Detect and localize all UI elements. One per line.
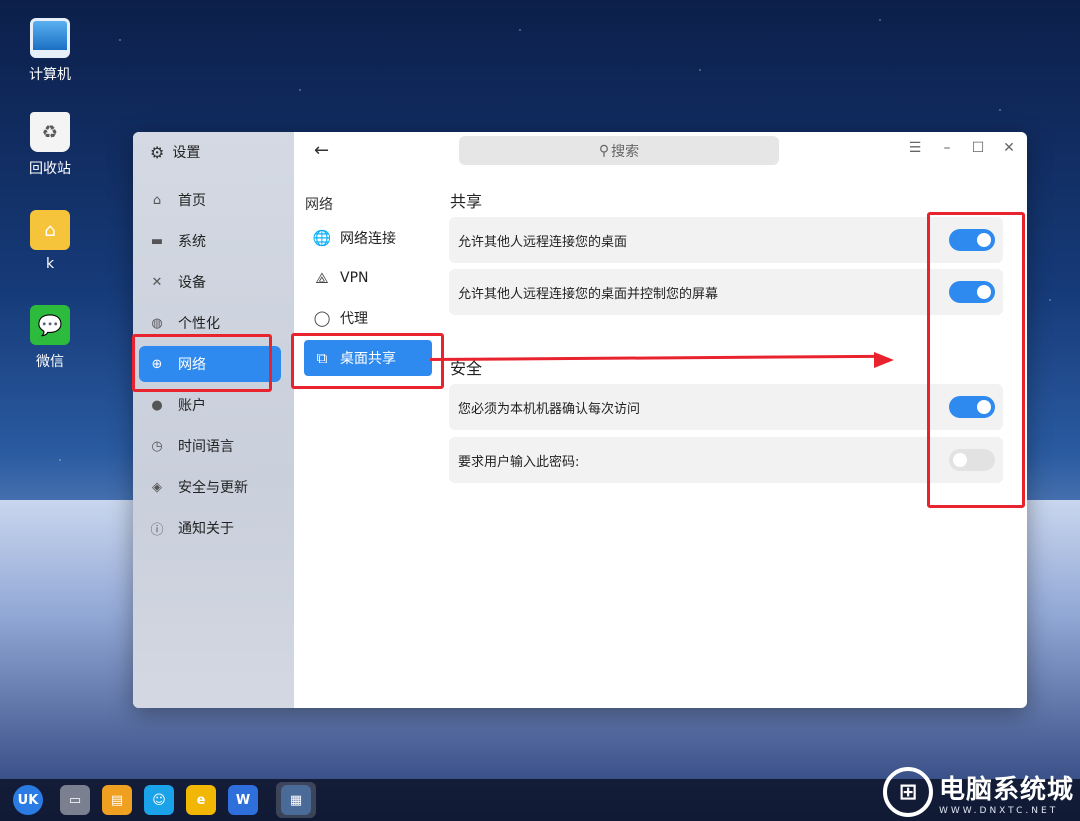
- sidebar-item[interactable]: ⓘ 通知关于: [139, 510, 281, 546]
- subpanel-title: 网络: [305, 197, 333, 213]
- home-icon: ⌂: [152, 192, 162, 208]
- browser-icon[interactable]: e: [186, 785, 216, 815]
- desktop-icon-trash[interactable]: ♻ 回收站: [14, 112, 86, 178]
- sidebar-item[interactable]: ✕ 设备: [139, 264, 281, 300]
- setting-label: 允许其他人远程连接您的桌面: [458, 234, 628, 250]
- sidebar-item[interactable]: ◷ 时间语言: [139, 428, 281, 464]
- setting-row: 允许其他人远程连接您的桌面: [449, 217, 1003, 263]
- desktop-icon-label: 微信: [36, 354, 64, 370]
- wps-writer-icon[interactable]: W: [228, 785, 258, 815]
- setting-row: 允许其他人远程连接您的桌面并控制您的屏幕: [449, 269, 1003, 315]
- desktop-icon-label: 回收站: [29, 161, 71, 177]
- subpanel-item[interactable]: ⟁ VPN: [304, 260, 432, 296]
- sidebar-item[interactable]: ⌂ 首页: [139, 182, 281, 218]
- home-folder-icon: ⌂: [30, 210, 70, 250]
- shield-icon: ◈: [152, 479, 162, 495]
- show-desktop-icon[interactable]: ▭: [60, 785, 90, 815]
- annotation-box-network: [132, 334, 272, 392]
- desktop-icon-label: k: [45, 256, 55, 272]
- setting-row: 要求用户输入此密码:: [449, 437, 1003, 483]
- desktop-icon-home[interactable]: ⌂ k: [14, 210, 86, 272]
- subpanel-item[interactable]: 🌐 网络连接: [304, 220, 432, 256]
- settings-sidebar: ⚙ 设置 ⌂ 首页 ▬ 系统 ✕ 设备 ◍ 个性化 ⊕ 网络 ● 账户 ◷ 时间语言 ◈ 安全与更新 ⓘ 通知关于: [133, 132, 294, 708]
- setting-label: 要求用户输入此密码:: [458, 454, 580, 470]
- sidebar-item-label: 通知关于: [178, 521, 234, 537]
- section-title-sharing: 共享: [450, 192, 483, 211]
- app-title-label: 设置: [172, 145, 201, 161]
- sidebar-item-label: 账户: [178, 398, 206, 414]
- trash-icon: ♻: [30, 112, 70, 152]
- computer-icon: [30, 18, 70, 58]
- subpanel-item-label: VPN: [340, 270, 369, 286]
- palette-icon: ◍: [151, 315, 163, 331]
- desktop-icon-computer[interactable]: 计算机: [14, 18, 86, 84]
- sidebar-item-label: 个性化: [178, 316, 220, 332]
- sidebar-item-label: 首页: [178, 193, 206, 209]
- sidebar-item-label: 安全与更新: [178, 480, 248, 496]
- annotation-arrow-head: [874, 352, 894, 368]
- info-icon: ⓘ: [150, 522, 164, 538]
- desktop-icon-label: 计算机: [29, 67, 71, 83]
- desktop-icon-wechat[interactable]: 💬 微信: [14, 305, 86, 371]
- clock-icon: ◷: [151, 438, 163, 454]
- gear-icon: ⚙: [150, 142, 165, 162]
- subpanel-item-label: 网络连接: [340, 231, 396, 247]
- watermark-main: 电脑系统城: [938, 774, 1074, 805]
- sidebar-item[interactable]: ▬ 系统: [139, 223, 281, 259]
- vpn-icon: ⟁: [315, 269, 329, 287]
- wechat-icon: 💬: [30, 305, 70, 345]
- setting-label: 允许其他人远程连接您的桌面并控制您的屏幕: [458, 286, 719, 302]
- tools-icon: ✕: [151, 274, 163, 290]
- user-icon: ●: [151, 397, 163, 413]
- site-watermark: ⊞ 电脑系统城 WWW.DNXTC.NET: [882, 767, 1074, 817]
- settings-window-icon[interactable]: ▦: [281, 785, 311, 815]
- setting-row: 您必须为本机机器确认每次访问: [449, 384, 1003, 430]
- annotation-box-desktop-share: [291, 333, 444, 389]
- setting-label: 您必须为本机机器确认每次访问: [458, 401, 641, 417]
- sidebar-item-label: 设备: [178, 275, 206, 291]
- file-manager-icon[interactable]: ▤: [102, 785, 132, 815]
- app-title: ⚙ 设置: [150, 142, 200, 162]
- settings-window: ⚙ 设置 ⌂ 首页 ▬ 系统 ✕ 设备 ◍ 个性化 ⊕ 网络 ● 账户 ◷ 时间语言 ◈ 安全与更新 ⓘ 通知关于…: [133, 132, 1027, 708]
- app-store-icon[interactable]: ☺: [144, 785, 174, 815]
- proxy-planet-icon: ◯: [313, 309, 331, 327]
- network-globe-icon: 🌐: [312, 229, 332, 247]
- sidebar-item-label: 时间语言: [178, 439, 234, 455]
- watermark-logo-icon: ⊞: [882, 767, 933, 817]
- sidebar-item[interactable]: ● 账户: [139, 387, 281, 423]
- annotation-box-toggles: [927, 212, 1025, 508]
- sidebar-item-label: 系统: [178, 234, 206, 250]
- network-subpanel: ← 网络 🌐 网络连接 ⟁ VPN ◯ 代理 ⧉ 桌面共享: [294, 132, 444, 708]
- subpanel-item-label: 代理: [340, 311, 368, 327]
- subpanel-item[interactable]: ◯ 代理: [304, 300, 432, 336]
- sidebar-item[interactable]: ◈ 安全与更新: [139, 469, 281, 505]
- start-menu-icon[interactable]: UK: [13, 785, 43, 815]
- monitor-icon: ▬: [150, 233, 164, 249]
- watermark-sub: WWW.DNXTC.NET: [938, 805, 1059, 816]
- back-arrow-icon[interactable]: ←: [314, 140, 329, 161]
